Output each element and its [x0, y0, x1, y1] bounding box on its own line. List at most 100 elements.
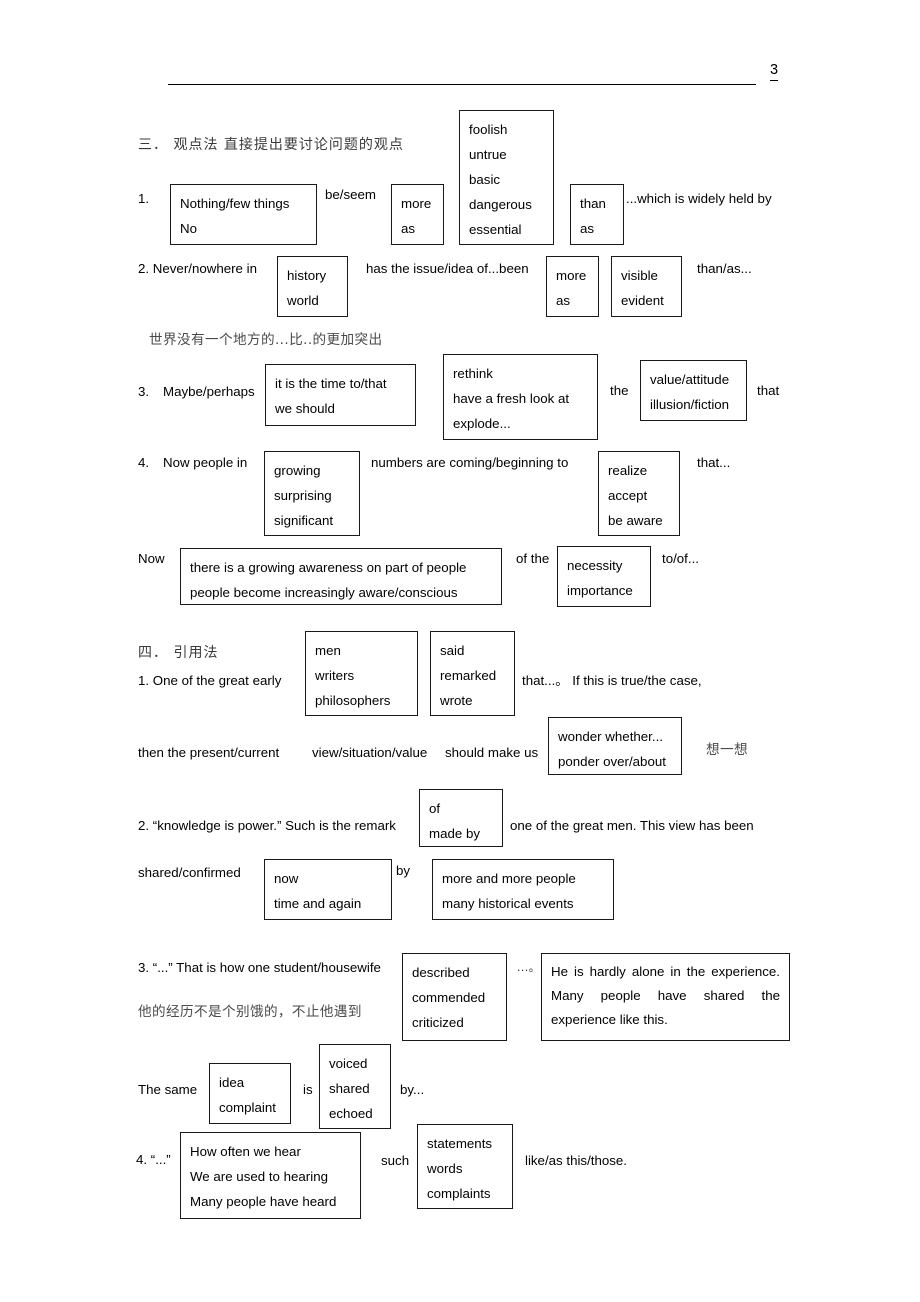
box-line: shared: [329, 1081, 370, 1096]
item-2-place-box: history world: [277, 256, 348, 317]
section-4-heading: 四． 引用法: [138, 645, 219, 661]
item-2-chinese-note: 世界没有一个地方的...比..的更加突出: [149, 332, 383, 348]
box-line: He is hardly alone in the experience.: [551, 964, 780, 979]
box-line: said: [440, 643, 465, 658]
item-4-tail2-text: to/of...: [662, 551, 699, 566]
box-line: Many people have shared the: [551, 988, 780, 1003]
box-line: men: [315, 643, 341, 658]
item-4-noun-box: necessity importance: [557, 546, 651, 607]
box-line: We are used to hearing: [190, 1169, 328, 1184]
box-line: wonder whether...: [558, 729, 663, 744]
box-line: value/attitude: [650, 372, 730, 387]
s4-item-3-verb-box: described commended criticized: [402, 953, 507, 1041]
item-1-degree-box: more as: [391, 184, 444, 245]
s4-item-2-mid-text: one of the great men. This view has been: [510, 818, 754, 833]
box-line: complaint: [219, 1100, 276, 1115]
box-line: as: [556, 293, 571, 308]
item-4-of-the-text: of the: [516, 551, 550, 566]
box-line: made by: [429, 826, 480, 841]
item-4-middle-text: numbers are coming/beginning to: [371, 455, 569, 470]
s4-item-1-person-box: men writers philosophers: [305, 631, 418, 716]
box-line: more: [556, 268, 587, 283]
box-line: Many people have heard: [190, 1194, 337, 1209]
box-line: surprising: [274, 488, 332, 503]
item-3-lead-text: Maybe/perhaps: [163, 384, 255, 399]
item-1-verb: be/seem: [325, 187, 376, 202]
box-line: basic: [469, 172, 501, 187]
box-line: described: [412, 965, 470, 980]
box-line: of: [429, 801, 441, 816]
box-line: wrote: [440, 693, 473, 708]
section-3-heading: 三． 观点法 直接提出要讨论问题的观点: [138, 137, 404, 153]
s4-item-2-prep-box: of made by: [419, 789, 503, 847]
box-line: we should: [275, 401, 335, 416]
box-line: have a fresh look at: [453, 391, 570, 406]
item-2-adjective-box: visible evident: [611, 256, 682, 317]
box-line: as: [401, 221, 416, 236]
box-line: writers: [315, 668, 355, 683]
box-line: illusion/fiction: [650, 397, 730, 412]
box-line: significant: [274, 513, 334, 528]
s4-item-1-line2b: view/situation/value: [312, 745, 428, 760]
s4-item-2-agent-box: more and more people many historical eve…: [432, 859, 614, 920]
box-line: more and more people: [442, 871, 576, 886]
box-line: philosophers: [315, 693, 391, 708]
item-1-adjective-box: foolish untrue basic dangerous essential: [459, 110, 554, 245]
item-4-clause-box: there is a growing awareness on part of …: [180, 548, 502, 605]
s4-item-4-tail-text: like/as this/those.: [525, 1153, 627, 1168]
box-line: accept: [608, 488, 648, 503]
s4-item-1-think-box: wonder whether... ponder over/about: [548, 717, 682, 775]
item-4-now-text: Now: [138, 551, 165, 566]
item-1-tail-text: ...which is widely held by: [626, 191, 772, 206]
item-2-middle-text: has the issue/idea of...been: [366, 261, 529, 276]
box-line: necessity: [567, 558, 623, 573]
box-line: importance: [567, 583, 633, 598]
s4-item-3-chinese-note: 他的经历不是个别饿的，不止他遇到: [138, 1004, 362, 1020]
s4-item-2-time-box: now time and again: [264, 859, 392, 920]
item-1-number: 1.: [138, 191, 150, 206]
item-4-number: 4.: [138, 455, 150, 470]
box-line: people become increasingly aware/conscio…: [190, 585, 458, 600]
box-line: words: [427, 1161, 463, 1176]
box-line: remarked: [440, 668, 497, 683]
box-line: there is a growing awareness on part of …: [190, 560, 467, 575]
s4-item-3-quote-box: He is hardly alone in the experience. Ma…: [541, 953, 790, 1041]
box-line: criticized: [412, 1015, 464, 1030]
item-1-subject-box: Nothing/few things No: [170, 184, 317, 245]
header-rule: [168, 84, 756, 85]
item-2-tail-text: than/as...: [697, 261, 752, 276]
s4-item-1-line2c: should make us: [445, 745, 539, 760]
s4-item-4-lead-text: 4. “...”: [136, 1152, 171, 1167]
box-line: evident: [621, 293, 664, 308]
box-line: commended: [412, 990, 486, 1005]
box-line: echoed: [329, 1106, 373, 1121]
s4-item-4-clause-box: How often we hear We are used to hearing…: [180, 1132, 361, 1219]
s4-item-3-noun-box: idea complaint: [209, 1063, 291, 1124]
item-3-time-box: it is the time to/that we should: [265, 364, 416, 426]
box-line: How often we hear: [190, 1144, 301, 1159]
box-line: visible: [621, 268, 658, 283]
item-4-lead-text: Now people in: [163, 455, 248, 470]
box-line: be aware: [608, 513, 663, 528]
s4-item-1-line2a: then the present/current: [138, 745, 280, 760]
s4-item-4-such-text: such: [381, 1153, 410, 1168]
s4-item-3-lead-text: 3. “...” That is how one student/housewi…: [138, 960, 381, 975]
box-line: experience like this.: [551, 1012, 668, 1027]
box-line: many historical events: [442, 896, 574, 911]
item-4-verb-box: realize accept be aware: [598, 451, 680, 536]
item-3-the-text: the: [610, 383, 629, 398]
item-2-degree-box: more as: [546, 256, 599, 317]
s4-item-1-verb-box: said remarked wrote: [430, 631, 515, 716]
s4-item-3-verb-box-2: voiced shared echoed: [319, 1044, 391, 1129]
box-line: ponder over/about: [558, 754, 666, 769]
s4-item-4-noun-box: statements words complaints: [417, 1124, 513, 1209]
item-3-number: 3.: [138, 384, 150, 399]
box-line: explode...: [453, 416, 511, 431]
s4-item-3-by-text: by...: [400, 1082, 425, 1097]
s4-item-2-line2-text: shared/confirmed: [138, 865, 241, 880]
page-number: 3: [770, 63, 779, 81]
box-line: realize: [608, 463, 648, 478]
item-4-tail-text: that...: [697, 455, 731, 470]
box-line: world: [287, 293, 319, 308]
box-line: complaints: [427, 1186, 491, 1201]
